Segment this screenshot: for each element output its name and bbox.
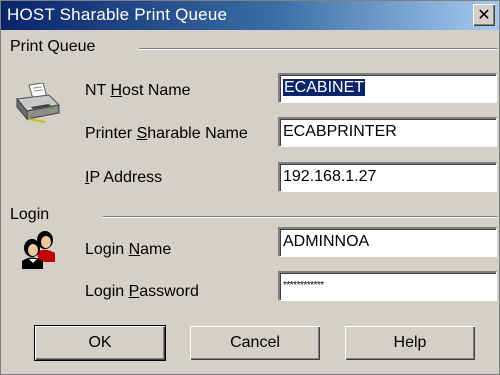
login-divider — [103, 216, 497, 218]
nt-host-name-value: ECABINET — [283, 79, 366, 96]
close-button[interactable]: ✕ — [473, 4, 495, 26]
login-password-value: ************ — [283, 280, 324, 291]
window-title: HOST Sharable Print Queue — [7, 5, 228, 24]
help-button-label: Help — [393, 334, 427, 351]
nt-host-name-label: NT Host Name — [85, 82, 191, 99]
cancel-button-label: Cancel — [230, 334, 280, 351]
print-queue-group-label: Print Queue — [10, 38, 96, 55]
printer-sharable-name-value: ECABPRINTER — [283, 123, 397, 140]
dialog-window: HOST Sharable Print Queue ✕ Print Queue … — [0, 0, 500, 375]
login-name-input[interactable]: ADMINNOA — [278, 227, 497, 257]
login-name-label: Login Name — [85, 241, 172, 258]
printer-icon — [16, 83, 61, 123]
cancel-button[interactable]: Cancel — [190, 326, 320, 360]
login-password-label: Login Password — [85, 283, 199, 300]
title-bar[interactable]: HOST Sharable Print Queue ✕ — [1, 1, 499, 30]
ip-address-value: 192.168.1.27 — [283, 168, 377, 185]
login-group-label: Login — [10, 206, 50, 223]
help-button[interactable]: Help — [345, 326, 475, 360]
printer-sharable-name-input[interactable]: ECABPRINTER — [278, 117, 497, 147]
users-icon — [22, 231, 55, 269]
close-icon: ✕ — [477, 7, 491, 24]
printer-sharable-name-label: Printer Sharable Name — [85, 125, 248, 142]
ip-address-input[interactable]: 192.168.1.27 — [278, 162, 497, 192]
ok-button-label: OK — [88, 334, 112, 351]
login-password-input[interactable]: ************ — [278, 271, 497, 301]
login-name-value: ADMINNOA — [283, 233, 370, 250]
print-queue-divider — [139, 48, 497, 50]
ip-address-label: IP Address — [85, 169, 163, 186]
ok-button[interactable]: OK — [34, 325, 166, 361]
nt-host-name-input[interactable]: ECABINET — [278, 73, 497, 103]
